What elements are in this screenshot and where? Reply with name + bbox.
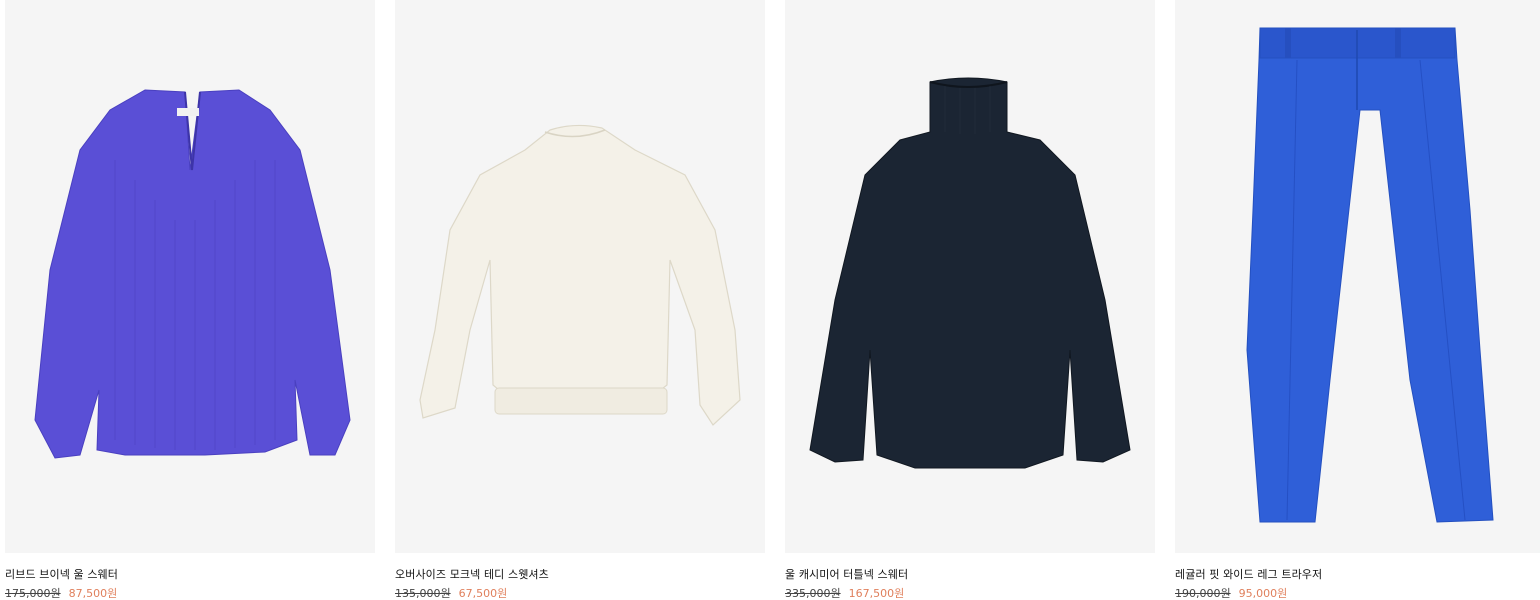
sale-price: 95,000원 <box>1238 587 1288 600</box>
product-price: 190,000원 95,000원 <box>1175 585 1287 600</box>
sale-price: 167,500원 <box>848 587 905 600</box>
product-card[interactable]: 레귤러 핏 와이드 레그 트라우저 190,000원 95,000원 <box>1175 0 1540 600</box>
sale-price: 67,500원 <box>458 587 508 600</box>
original-price: 335,000원 <box>785 587 841 600</box>
product-price: 135,000원 67,500원 <box>395 585 507 600</box>
product-card[interactable]: 오버사이즈 모크넥 테디 스웻셔츠 135,000원 67,500원 <box>395 0 765 600</box>
turtleneck-sweater-icon <box>809 77 1131 469</box>
product-name[interactable]: 리브드 브이넥 울 스웨터 <box>5 566 118 582</box>
product-name[interactable]: 울 캐시미어 터틀넥 스웨터 <box>785 566 908 582</box>
original-price: 135,000원 <box>395 587 451 600</box>
product-image[interactable] <box>785 0 1155 553</box>
mock-neck-sweatshirt-icon <box>419 124 741 426</box>
original-price: 175,000원 <box>5 587 61 600</box>
product-price: 335,000원 167,500원 <box>785 585 904 600</box>
product-image[interactable] <box>395 0 765 553</box>
original-price: 190,000원 <box>1175 587 1231 600</box>
product-price: 175,000원 87,500원 <box>5 585 117 600</box>
product-name[interactable]: 오버사이즈 모크넥 테디 스웻셔츠 <box>395 566 549 582</box>
v-neck-sweater-icon <box>34 89 351 459</box>
product-card[interactable]: 울 캐시미어 터틀넥 스웨터 335,000원 167,500원 <box>785 0 1155 600</box>
product-grid: 리브드 브이넥 울 스웨터 175,000원 87,500원 오버사이즈 모크넥 … <box>0 0 1540 600</box>
wide-leg-trousers-icon <box>1246 27 1494 523</box>
product-image[interactable] <box>5 0 375 553</box>
product-name[interactable]: 레귤러 핏 와이드 레그 트라우저 <box>1175 566 1322 582</box>
product-image[interactable] <box>1175 0 1540 553</box>
sale-price: 87,500원 <box>68 587 118 600</box>
product-card[interactable]: 리브드 브이넥 울 스웨터 175,000원 87,500원 <box>5 0 375 600</box>
